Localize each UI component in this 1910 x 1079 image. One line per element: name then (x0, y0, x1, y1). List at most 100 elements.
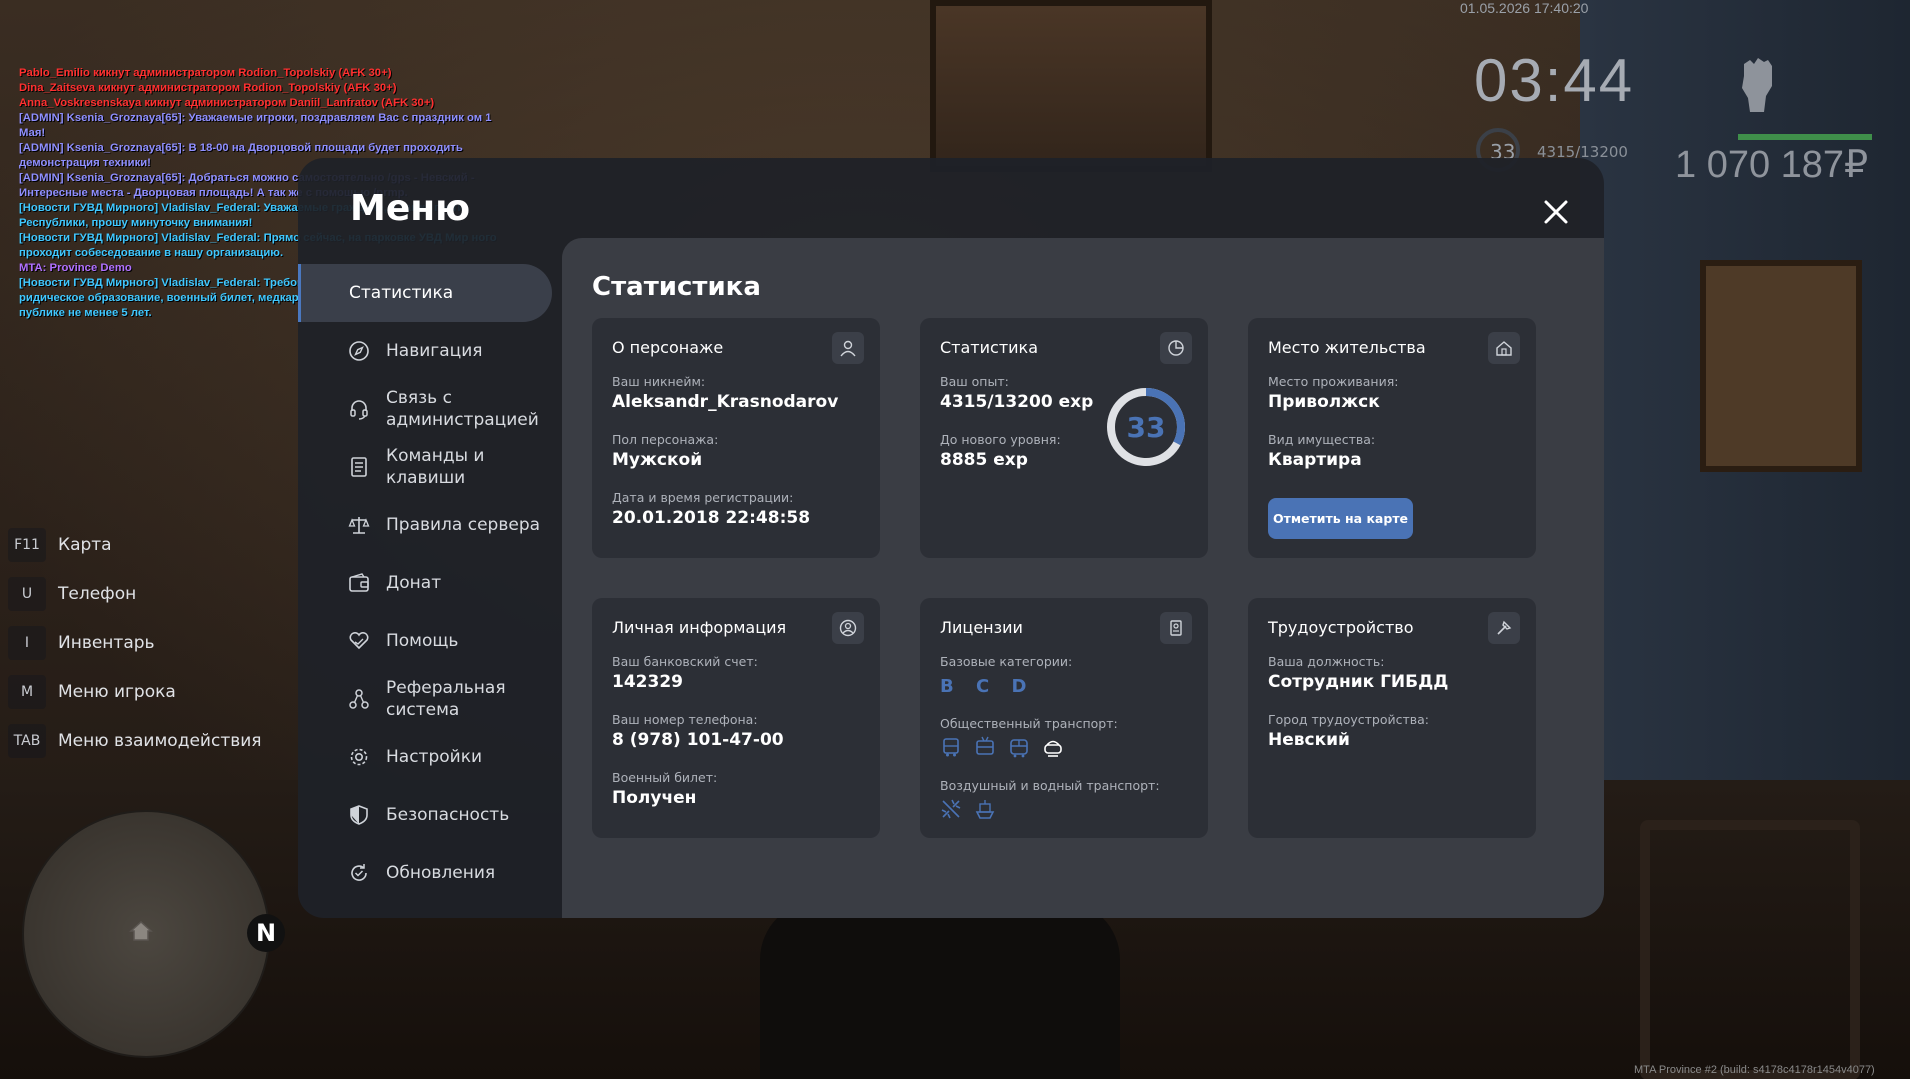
sidebar-item-label: Команды и клавиши (386, 446, 485, 488)
menu-title: Меню (350, 188, 471, 229)
card-title: Трудоустройство (1268, 618, 1414, 637)
player-menu-window: Меню Статистика Навигация Связь с админи… (298, 158, 1604, 918)
heart-hand-icon (349, 631, 369, 650)
bank-value: 142329 (612, 672, 683, 692)
sidebar-item-updates[interactable]: Обновления (298, 844, 560, 902)
sidebar-item-settings[interactable]: Настройки (298, 728, 560, 786)
hotkey-interaction-menu[interactable]: TAB Меню взаимодействия (8, 716, 262, 765)
sidebar-item-label: Настройки (386, 747, 483, 767)
license-category: C (976, 676, 992, 697)
hotkey-key: M (8, 674, 46, 709)
hotkey-player-menu[interactable]: M Меню игрока (8, 667, 262, 716)
job-position-value: Сотрудник ГИБДД (1268, 672, 1449, 692)
hotkey-map[interactable]: F11 Карта (8, 520, 262, 569)
nick-label: Ваш никнейм: (612, 374, 706, 389)
sidebar-item-label: Безопасность (386, 805, 510, 825)
nick-value: Aleksandr_Krasnodarov (612, 392, 839, 412)
hotkey-label: Меню взаимодействия (58, 730, 262, 751)
mark-on-map-button[interactable]: Отметить на карте (1268, 498, 1413, 539)
card-employment: Трудоустройство Ваша должность: Сотрудни… (1248, 598, 1536, 838)
hammer-icon (1488, 612, 1520, 644)
player-character (760, 900, 1120, 1079)
military-label: Военный билет: (612, 770, 718, 785)
scales-icon (348, 517, 370, 534)
page-title: Статистика (592, 272, 761, 302)
sidebar-item-navigation[interactable]: Навигация (298, 322, 560, 380)
hotkey-label: Телефон (58, 583, 137, 604)
sidebar-item-label: Помощь (386, 631, 459, 651)
hotkey-label: Меню игрока (58, 681, 176, 702)
sidebar-item-rules[interactable]: Правила сервера (298, 496, 560, 554)
card-title: Личная информация (612, 618, 787, 637)
server-datetime: 01.05.2026 17:40:20 (1460, 0, 1589, 16)
menu-sidebar: Статистика Навигация Связь с администрац… (298, 264, 560, 902)
property-type-value: Квартира (1268, 450, 1362, 470)
job-city-label: Город трудоустройства: (1268, 712, 1430, 727)
sidebar-item-label: Реферальная система (386, 678, 506, 720)
card-title: Место жительства (1268, 338, 1426, 357)
user-icon (832, 332, 864, 364)
hotkey-list: F11 Карта U Телефон I Инвентарь M Меню игрок… (8, 520, 262, 765)
chat-line: Dina_Zaitseva кикнут администратором Rod… (19, 82, 397, 94)
public-transport-label: Общественный транспорт: (940, 716, 1118, 731)
chair (1640, 820, 1860, 1079)
sidebar-item-security[interactable]: Безопасность (298, 786, 560, 844)
bus-icon (943, 738, 959, 757)
sidebar-item-help[interactable]: Помощь (298, 612, 560, 670)
hotkey-label: Инвентарь (58, 632, 155, 653)
home-blip-icon (129, 920, 153, 941)
notice-board (1700, 260, 1862, 472)
sidebar-item-admin-contact[interactable]: Связь с администрацией (298, 380, 560, 438)
shield-icon (350, 805, 368, 825)
card-personal-info: Личная информация Ваш банковский счет: 1… (592, 598, 880, 838)
document-icon (351, 457, 367, 477)
license-category: D (1011, 676, 1029, 697)
gear-icon (350, 748, 368, 766)
sidebar-item-statistics[interactable]: Статистика (298, 264, 552, 322)
sidebar-item-label: Обновления (386, 863, 496, 883)
tram-icon (1010, 739, 1028, 758)
sidebar-item-label: Донат (386, 573, 442, 593)
close-icon[interactable] (1538, 194, 1574, 230)
hotkey-key: U (8, 576, 46, 611)
air-water-transport-icons (940, 798, 996, 820)
plane-icon (941, 799, 961, 819)
health-bar (1738, 134, 1872, 140)
level-value: 33 (1126, 410, 1166, 444)
background-door (930, 0, 1212, 172)
phone-value: 8 (978) 101-47-00 (612, 730, 784, 750)
chat-line: Pablo_Emilio кикнут администратором Rodi… (19, 67, 392, 79)
game-clock: 03:44 (1474, 47, 1635, 114)
exp-value: 4315/13200 exp (940, 392, 1094, 412)
reg-label: Дата и время регистрации: (612, 490, 794, 505)
sidebar-item-label: Статистика (349, 283, 454, 303)
property-type-label: Вид имущества: (1268, 432, 1376, 447)
id-card-icon (1160, 612, 1192, 644)
bank-label: Ваш банковский счет: (612, 654, 758, 669)
license-category: B (940, 676, 956, 697)
hotkey-phone[interactable]: U Телефон (8, 569, 262, 618)
sidebar-item-referral[interactable]: Реферальная система (298, 670, 560, 728)
statistics-panel: Статистика О персонаже Ваш никнейм: Alek… (562, 238, 1604, 918)
exp-label: Ваш опыт: (940, 374, 1009, 389)
sex-label: Пол персонажа: (612, 432, 719, 447)
user-circle-icon (832, 612, 864, 644)
hotkey-inventory[interactable]: I Инвентарь (8, 618, 262, 667)
sidebar-item-label: Навигация (386, 341, 483, 361)
refresh-icon (351, 864, 367, 881)
card-licenses: Лицензии Базовые категории: B C D Общест… (920, 598, 1208, 838)
reg-value: 20.01.2018 22:48:58 (612, 508, 811, 528)
sidebar-item-label: Правила сервера (386, 515, 541, 535)
card-experience: Статистика Ваш опыт: 4315/13200 exp До н… (920, 318, 1208, 558)
sidebar-item-commands[interactable]: Команды и клавиши (298, 438, 560, 496)
headset-icon (350, 400, 368, 420)
card-residence: Место жительства Место проживания: Приво… (1248, 318, 1536, 558)
sidebar-item-label: Связь с администрацией (386, 388, 539, 430)
hotkey-key: TAB (8, 723, 46, 758)
compass-icon (349, 341, 369, 361)
sidebar-item-donate[interactable]: Донат (298, 554, 560, 612)
chat-line: Anna_Voskresenskaya кикнут администратор… (19, 97, 435, 109)
hotkey-key: I (8, 625, 46, 660)
trolleybus-icon (976, 736, 994, 755)
radar-north-marker: N (247, 914, 285, 952)
